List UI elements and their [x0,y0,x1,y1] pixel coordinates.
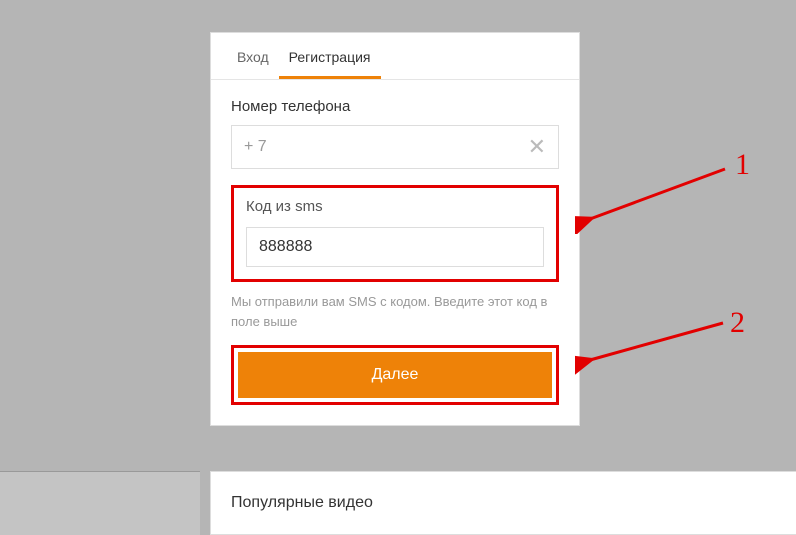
tab-register[interactable]: Регистрация [279,33,381,79]
sms-label: Код из sms [246,198,544,215]
phone-label: Номер телефона [231,98,559,115]
arrow-2-icon [575,318,735,378]
next-button-highlight: Далее [231,345,559,405]
auth-tabs: Вход Регистрация [211,33,579,80]
sms-code-input[interactable] [246,227,544,267]
registration-card: Вход Регистрация Номер телефона + 7 ✕ Ко… [210,32,580,426]
popular-videos-panel: Популярные видео [210,471,796,535]
lower-left-panel [0,471,200,535]
tab-login[interactable]: Вход [227,33,279,79]
popular-videos-title: Популярные видео [231,494,373,512]
arrow-1-icon [575,164,735,234]
phone-input-row[interactable]: + 7 ✕ [231,125,559,169]
form-content: Номер телефона + 7 ✕ Код из sms Мы отпра… [211,80,579,425]
phone-prefix: + 7 [244,138,528,156]
annotation-2: 2 [730,306,745,340]
sms-code-section: Код из sms [231,185,559,282]
clear-icon[interactable]: ✕ [528,136,546,158]
sms-note: Мы отправили вам SMS с кодом. Введите эт… [231,292,559,331]
lower-section: Популярные видео [0,471,796,535]
annotation-1: 1 [735,148,750,182]
next-button[interactable]: Далее [238,352,552,398]
